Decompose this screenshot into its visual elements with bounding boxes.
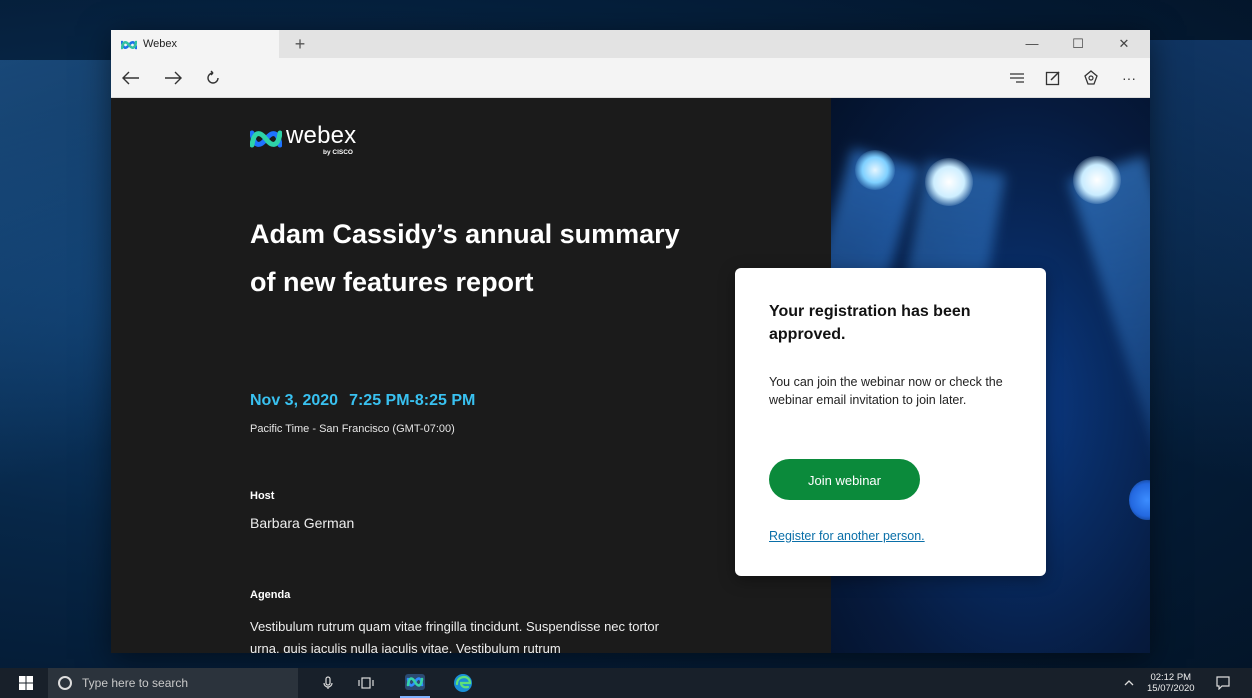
card-body: You can join the webinar now or check th… [769, 375, 1003, 407]
logo-wordmark: webex [286, 122, 357, 149]
page-title: Adam Cassidy’s annual summary of new fea… [250, 219, 680, 297]
registration-card: Your registration has been approved. You… [735, 268, 1046, 576]
webex-logo-icon [250, 130, 282, 148]
host-label: Host [250, 490, 275, 502]
back-arrow-icon[interactable] [119, 66, 143, 90]
forward-arrow-icon[interactable] [161, 66, 185, 90]
clock-date: 15/07/2020 [1147, 683, 1195, 694]
event-time: 7:25 PM-8:25 PM [349, 392, 476, 409]
webex-taskbar-icon[interactable] [400, 668, 430, 698]
edge-browser-icon[interactable] [448, 668, 478, 698]
clock-time: 02:12 PM [1150, 672, 1192, 683]
windows-start-icon[interactable] [18, 675, 34, 691]
microphone-icon[interactable] [318, 668, 338, 698]
page-viewport: webex by CISCO Adam Cassidy’s annual sum… [111, 98, 1150, 653]
share-icon[interactable] [1079, 66, 1103, 90]
join-webinar-button[interactable]: Join webinar [769, 459, 920, 500]
event-datetime: Nov 3, 2020 7:25 PM-8:25 PM [250, 392, 475, 410]
event-timezone: Pacific Time - San Francisco (GMT-07:00) [250, 423, 455, 435]
taskbar-search[interactable]: Type here to search [48, 668, 298, 698]
browser-window: Webex + — ☐ ✕ ··· webex by CISCO Adam Ca… [111, 30, 1150, 653]
cortana-icon [58, 676, 72, 690]
reading-list-icon[interactable] [1005, 66, 1029, 90]
new-tab-button[interactable]: + [289, 33, 311, 55]
task-view-icon[interactable] [355, 668, 377, 698]
register-another-link[interactable]: Register for another person. [769, 529, 925, 543]
search-placeholder: Type here to search [82, 676, 189, 690]
card-title: Your registration has been approved. [769, 303, 971, 343]
agenda-text: Vestibulum rutrum quam vitae fringilla t… [250, 619, 659, 653]
desktop-light-right [1132, 40, 1252, 640]
webex-favicon-icon [120, 38, 138, 50]
tab-bar: Webex + — ☐ ✕ [111, 30, 1150, 58]
browser-toolbar: ··· [111, 58, 1150, 98]
notification-center-icon[interactable] [1212, 668, 1234, 698]
maximize-button[interactable]: ☐ [1055, 30, 1101, 58]
event-date: Nov 3, 2020 [250, 392, 339, 409]
tab-webex[interactable]: Webex [111, 30, 279, 58]
minimize-button[interactable]: — [1009, 30, 1055, 58]
tray-chevron-up-icon[interactable] [1120, 668, 1138, 698]
taskbar: Type here to search 02:12 PM 15/07/2020 [0, 668, 1252, 698]
close-button[interactable]: ✕ [1101, 30, 1147, 58]
logo-byline: by CISCO [323, 149, 353, 156]
agenda-label: Agenda [250, 589, 291, 601]
tab-title: Webex [143, 38, 178, 50]
more-options-icon[interactable]: ··· [1117, 66, 1141, 90]
host-name: Barbara German [250, 515, 355, 531]
clock[interactable]: 02:12 PM 15/07/2020 [1147, 672, 1195, 694]
refresh-icon[interactable] [201, 66, 225, 90]
annotate-icon[interactable] [1041, 66, 1065, 90]
